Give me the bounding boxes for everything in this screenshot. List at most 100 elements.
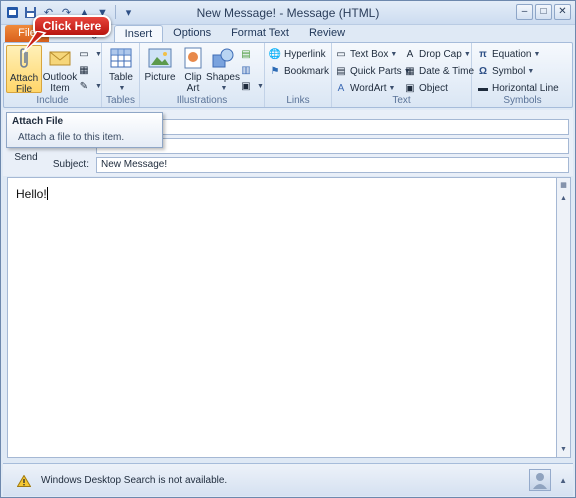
- group-label-links: Links: [286, 95, 310, 106]
- group-label-tables: Tables: [106, 95, 135, 106]
- text-box-button[interactable]: ▭ Text Box ▼: [335, 47, 397, 62]
- window-controls: – □ ✕: [516, 4, 571, 20]
- table-icon: [108, 46, 134, 70]
- clip-art-button[interactable]: Clip Art: [178, 45, 208, 94]
- attach-file-label-line1: Attach: [9, 73, 39, 84]
- wordart-label: WordArt: [350, 83, 387, 94]
- tooltip-title: Attach File: [12, 116, 64, 127]
- chart-button[interactable]: ▥: [240, 63, 255, 78]
- screenshot-button[interactable]: ▣ ▼: [240, 79, 264, 94]
- omega-icon: Ω: [478, 66, 488, 77]
- object-icon: ▣: [405, 83, 415, 94]
- vertical-scrollbar[interactable]: ▦ ▲ ▼: [557, 177, 571, 458]
- expand-people-pane-icon[interactable]: ▲: [559, 476, 567, 485]
- attach-file-label-line2: File: [15, 84, 33, 95]
- outlook-item-button[interactable]: Outlook Item: [42, 45, 78, 94]
- tab-insert[interactable]: Insert: [113, 25, 164, 42]
- group-label-illustrations: Illustrations: [176, 95, 228, 106]
- maximize-button[interactable]: □: [535, 4, 552, 20]
- tooltip-body: Attach a file to this item.: [18, 132, 125, 143]
- envelope-icon: [47, 46, 73, 70]
- table-button[interactable]: Table ▼: [103, 45, 139, 93]
- warning-icon: [17, 475, 31, 487]
- horizontal-line-button[interactable]: ▬ Horizontal Line: [477, 81, 559, 96]
- calendar-button[interactable]: ▦: [78, 63, 93, 78]
- text-box-icon: ▭: [336, 49, 346, 60]
- signature-button[interactable]: ✎ ▼: [78, 79, 102, 94]
- symbol-label: Symbol: [492, 66, 526, 77]
- attach-file-tooltip: Attach File Attach a file to this item.: [6, 112, 163, 148]
- cc-field[interactable]: [96, 138, 569, 154]
- chart-icon: ▥: [241, 65, 251, 76]
- text-caret: [46, 187, 48, 200]
- date-time-button[interactable]: ▦ Date & Time: [404, 64, 474, 79]
- tab-options[interactable]: Options: [163, 25, 221, 42]
- body-text: Hello!: [16, 187, 47, 201]
- group-links: 🌐 Hyperlink ⚑ Bookmark Links: [265, 43, 332, 107]
- shapes-dropdown-icon: ▼: [220, 85, 228, 92]
- shapes-icon: [210, 46, 236, 70]
- tab-review[interactable]: Review: [299, 25, 355, 42]
- symbol-button[interactable]: Ω Symbol ▼: [477, 64, 534, 79]
- globe-link-icon: 🌐: [268, 49, 282, 60]
- calendar-icon: ▦: [79, 65, 89, 76]
- hyperlink-button[interactable]: 🌐 Hyperlink: [269, 47, 326, 62]
- wordart-button[interactable]: A WordArt ▼: [335, 81, 396, 96]
- drop-cap-label: Drop Cap: [419, 49, 462, 60]
- smartart-icon: ▤: [241, 49, 251, 60]
- clip-art-label-line1: Clip: [184, 72, 202, 83]
- group-tables: Table ▼ Tables: [102, 43, 140, 107]
- scroll-up-icon[interactable]: ▲: [558, 193, 569, 204]
- equation-label: Equation: [492, 49, 532, 60]
- shapes-button[interactable]: Shapes ▼: [206, 45, 240, 93]
- ribbon-insert: Attach File Outlook Item ▭ ▼ ▦ ✎ ▼ Include…: [3, 42, 573, 108]
- status-bar: Windows Desktop Search is not available.…: [3, 463, 573, 496]
- message-body[interactable]: Hello!: [7, 177, 557, 458]
- bookmark-button[interactable]: ⚑ Bookmark: [269, 64, 330, 79]
- date-time-label: Date & Time: [419, 66, 475, 77]
- group-include: Attach File Outlook Item ▭ ▼ ▦ ✎ ▼ Include: [4, 43, 102, 107]
- object-button[interactable]: ▣ Object: [404, 81, 448, 96]
- outlook-message-window: ↶ ↷ ▲ ▼ ▾ New Message! - Message (HTML) …: [0, 0, 576, 498]
- tab-format-text[interactable]: Format Text: [221, 25, 299, 42]
- picture-button[interactable]: Picture: [142, 45, 178, 93]
- group-label-include: Include: [36, 95, 69, 106]
- picture-icon: [147, 46, 173, 70]
- text-box-label: Text Box: [350, 49, 389, 60]
- outlook-item-label-line2: Item: [50, 83, 70, 94]
- table-dropdown-icon: ▼: [118, 85, 126, 92]
- clip-art-label-line2: Art: [186, 83, 200, 94]
- business-card-button[interactable]: ▭ ▼: [78, 47, 102, 62]
- ruler-toggle-icon[interactable]: ▦: [558, 180, 569, 191]
- subject-field[interactable]: New Message!: [96, 157, 569, 173]
- group-text: ▭ Text Box ▼ ▤ Quick Parts ▼ A WordArt ▼ A Drop…: [332, 43, 474, 107]
- scroll-down-icon[interactable]: ▼: [558, 444, 569, 455]
- equation-button[interactable]: π Equation ▼: [477, 47, 540, 62]
- drop-cap-button[interactable]: A Drop Cap ▼: [404, 47, 471, 62]
- clip-art-icon: [180, 46, 206, 70]
- table-label: Table: [109, 72, 133, 83]
- smartart-button[interactable]: ▤: [240, 47, 255, 62]
- drop-cap-icon: A: [406, 49, 414, 60]
- hyperlink-label: Hyperlink: [284, 49, 326, 60]
- quick-parts-label: Quick Parts: [350, 66, 402, 77]
- quick-parts-icon: ▤: [336, 66, 346, 77]
- group-symbols: π Equation ▼ Ω Symbol ▼ ▬ Horizontal Line Sym…: [472, 43, 573, 107]
- to-field[interactable]: @gmail.com: [96, 119, 569, 135]
- callout-pointer-icon: [22, 31, 47, 54]
- people-pane-avatar-icon[interactable]: [529, 469, 551, 491]
- shapes-label: Shapes: [206, 72, 240, 83]
- bookmark-icon: ⚑: [270, 66, 280, 77]
- outlook-item-label-line1: Outlook: [42, 72, 78, 83]
- group-illustrations: Picture Clip Art Shapes ▼ ▤ ▥ ▣ ▼ Illustr…: [140, 43, 265, 107]
- pi-icon: π: [479, 49, 487, 60]
- horizontal-line-icon: ▬: [478, 83, 488, 94]
- close-button[interactable]: ✕: [554, 4, 571, 20]
- subject-label: Subject:: [52, 159, 89, 170]
- horizontal-line-label: Horizontal Line: [492, 83, 559, 94]
- group-label-text: Text: [392, 95, 411, 106]
- business-card-icon: ▭: [79, 49, 89, 60]
- quick-parts-button[interactable]: ▤ Quick Parts ▼: [335, 64, 410, 79]
- object-label: Object: [419, 83, 448, 94]
- minimize-button[interactable]: –: [516, 4, 533, 20]
